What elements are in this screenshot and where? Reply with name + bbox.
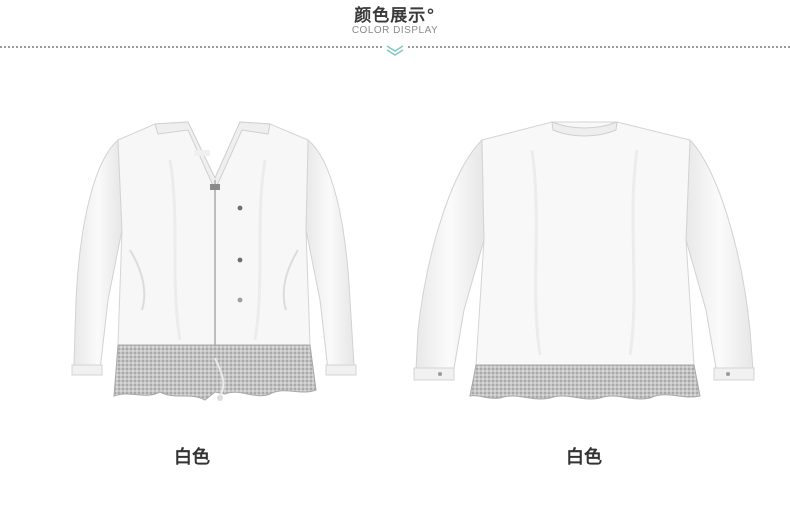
section-title: 颜色展示° — [354, 6, 436, 26]
color-label-front: 白色 — [174, 447, 210, 468]
section-subtitle: COLOR DISPLAY — [351, 25, 439, 36]
section-header: 颜色展示° COLOR DISPLAY — [0, 0, 790, 60]
chevron-down-icon — [383, 42, 407, 58]
product-image-back — [412, 100, 757, 400]
color-label-back: 白色 — [566, 447, 602, 468]
jacket-front-illustration — [71, 121, 357, 401]
product-image-front — [70, 100, 360, 420]
jacket-back-illustration — [413, 121, 755, 400]
